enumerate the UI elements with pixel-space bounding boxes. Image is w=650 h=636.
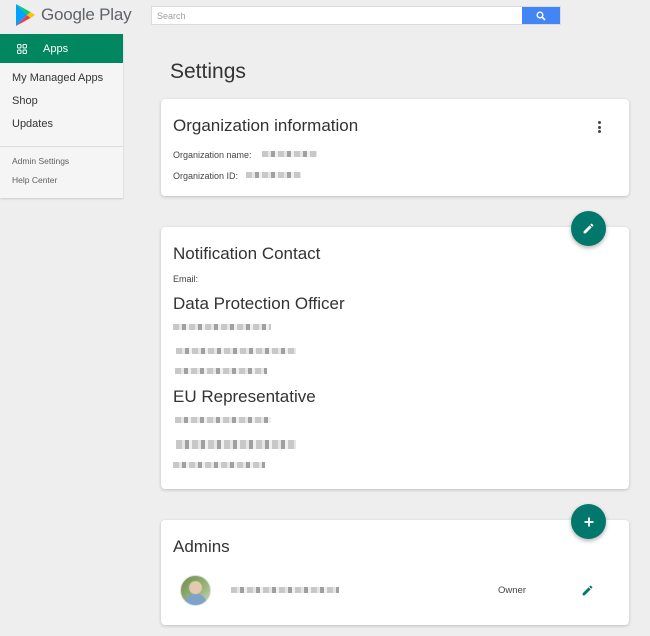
- admin-email-redacted: [231, 587, 339, 593]
- edit-icon: [583, 223, 594, 234]
- google-play-logo[interactable]: Google Play: [14, 3, 132, 27]
- search-input[interactable]: [152, 7, 522, 24]
- sidebar-item-label: Apps: [43, 42, 69, 55]
- sidebar-item-my-managed-apps[interactable]: My Managed Apps: [0, 67, 123, 90]
- admins-card: Admins Owner: [161, 520, 629, 625]
- sidebar: Apps My Managed Apps Shop Updates Admin …: [0, 34, 123, 198]
- add-admin-button[interactable]: [571, 504, 606, 539]
- eu-rep-title: EU Representative: [173, 387, 316, 406]
- eu-line-1-redacted: [175, 417, 271, 423]
- search-bar: [151, 6, 561, 25]
- notification-contact-card: Notification Contact Email: Data Protect…: [161, 227, 629, 489]
- sidebar-item-help-center[interactable]: Help Center: [0, 171, 123, 190]
- sidebar-divider: [0, 146, 123, 147]
- organization-info-card: Organization information Organization na…: [161, 99, 629, 196]
- notification-card-title: Notification Contact: [173, 244, 321, 263]
- dpo-line-2-redacted: [176, 348, 296, 354]
- admins-card-title: Admins: [173, 537, 230, 556]
- org-card-title: Organization information: [173, 116, 359, 135]
- edit-icon[interactable]: [581, 584, 594, 597]
- dpo-line-3-redacted: [175, 368, 267, 374]
- org-name-label: Organization name:: [173, 150, 252, 160]
- more-vert-icon[interactable]: [593, 119, 605, 135]
- search-button[interactable]: [522, 7, 560, 24]
- org-id-value-redacted: [246, 171, 302, 178]
- org-name-row: Organization name:: [173, 145, 317, 163]
- dpo-title: Data Protection Officer: [173, 294, 345, 313]
- org-id-label: Organization ID:: [173, 171, 239, 181]
- admin-role: Owner: [498, 585, 526, 596]
- eu-line-2-redacted: [176, 440, 296, 449]
- dpo-line-1-redacted: [173, 324, 271, 330]
- page-title: Settings: [170, 60, 246, 83]
- brand-name: Google Play: [41, 5, 132, 24]
- play-logo-icon: [16, 4, 35, 26]
- top-bar: Google Play: [0, 0, 650, 34]
- apps-grid-icon: [17, 43, 27, 54]
- sidebar-item-admin-settings[interactable]: Admin Settings: [0, 152, 123, 171]
- sidebar-item-apps[interactable]: Apps: [0, 34, 123, 63]
- admin-avatar: [180, 575, 211, 606]
- email-label: Email:: [173, 274, 199, 284]
- sidebar-item-shop[interactable]: Shop: [0, 90, 123, 113]
- edit-contact-button[interactable]: [571, 211, 606, 246]
- org-id-row: Organization ID:: [173, 166, 302, 184]
- eu-line-3-redacted: [173, 462, 265, 468]
- sidebar-item-updates[interactable]: Updates: [0, 113, 123, 136]
- add-icon: [584, 517, 593, 526]
- org-name-value-redacted: [262, 150, 317, 157]
- search-icon: [536, 11, 546, 21]
